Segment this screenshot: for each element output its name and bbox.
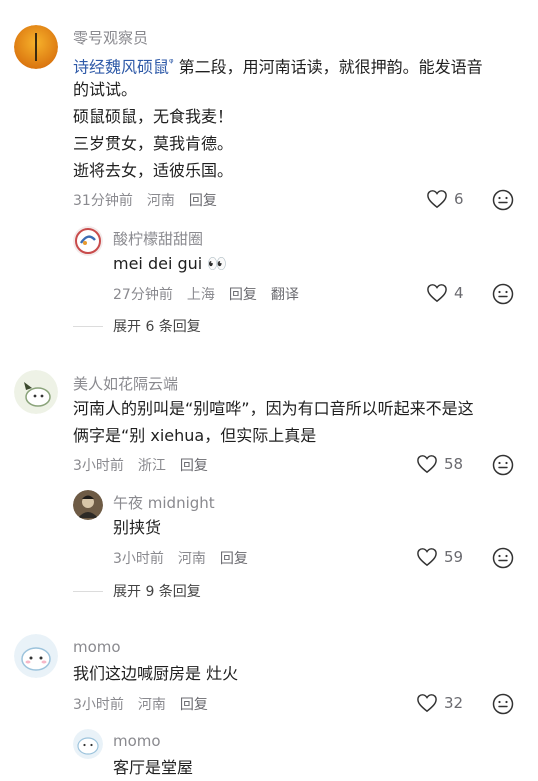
like-button[interactable]: 59 [416, 547, 463, 567]
topic-link[interactable]: 诗经魏风硕鼠 [73, 57, 169, 76]
heart-outline-icon [417, 548, 437, 567]
location: 上海 [186, 287, 215, 303]
timestamp: 27分钟前 [113, 287, 173, 303]
comment-text: 三岁贯女，莫我肯德。 [73, 134, 234, 153]
emoji-face-icon[interactable] [492, 283, 514, 305]
heart-outline-icon [427, 190, 447, 209]
location: 河南 [177, 551, 206, 567]
comment-meta: 3小时前 浙江 回复 [73, 455, 222, 475]
like-count: 4 [454, 284, 464, 302]
like-button[interactable]: 32 [416, 693, 463, 713]
commenter-name[interactable]: 午夜 midnight [113, 492, 215, 513]
comment-text: 逝将去女，适彼乐国。 [73, 161, 234, 180]
reply-button[interactable]: 回复 [229, 287, 257, 303]
commenter-name[interactable]: 零号观察员 [73, 27, 148, 48]
like-count: 32 [444, 694, 464, 712]
location: 浙江 [137, 458, 166, 474]
emoji-face-icon[interactable] [492, 189, 514, 211]
comment-text: 硕鼠硕鼠，无食我麦！ [73, 107, 234, 126]
avatar[interactable] [14, 370, 58, 414]
avatar[interactable] [73, 226, 103, 256]
comment-text: 我们这边喊厨房是 灶火 [73, 664, 239, 683]
heart-outline-icon [417, 455, 437, 474]
reply-button[interactable]: 回复 [220, 551, 248, 567]
avatar[interactable] [14, 634, 58, 678]
heart-outline-icon [417, 694, 437, 713]
comment-text: 的试试。 [73, 80, 138, 99]
comment-meta: 3小时前 河南 回复 [73, 694, 222, 714]
like-count: 59 [444, 548, 464, 566]
divider [73, 325, 103, 327]
comment-meta: 31分钟前 河南 回复 [73, 190, 231, 210]
divider [73, 590, 103, 592]
like-button[interactable]: 58 [416, 454, 463, 474]
heart-outline-icon [427, 284, 447, 303]
avatar[interactable] [73, 490, 103, 520]
timestamp: 3小时前 [113, 551, 164, 567]
reply-button[interactable]: 回复 [189, 193, 217, 209]
comment-meta: 3小时前 河南 回复 [113, 548, 262, 568]
reply-button[interactable]: 回复 [180, 697, 208, 713]
location: 河南 [146, 193, 175, 209]
like-count: 6 [454, 190, 464, 208]
like-button[interactable]: 4 [426, 283, 464, 303]
translate-button[interactable]: 翻译 [271, 287, 299, 303]
comment-text: 俩字是“别 xiehua，但实际上真是 [73, 426, 317, 445]
comment-text: mei dei gui 👀 [113, 254, 228, 273]
comment-meta: 27分钟前 上海 回复 翻译 [113, 284, 313, 304]
emoji-face-icon[interactable] [492, 454, 514, 476]
timestamp: 3小时前 [73, 697, 124, 713]
timestamp: 31分钟前 [73, 193, 133, 209]
avatar[interactable] [14, 25, 58, 69]
comment-text: 客厅是堂屋 [113, 758, 194, 777]
timestamp: 3小时前 [73, 458, 124, 474]
expand-replies-button[interactable]: 展开 9 条回复 [73, 581, 201, 601]
like-button[interactable]: 6 [426, 189, 464, 209]
commenter-name[interactable]: momo [73, 638, 121, 656]
comment-text: 河南人的别叫是“别喧哗”，因为有口音所以听起来不是这 [73, 399, 474, 418]
commenter-name[interactable]: momo [113, 732, 161, 750]
like-count: 58 [444, 455, 464, 473]
emoji-face-icon[interactable] [492, 693, 514, 715]
avatar[interactable] [73, 729, 103, 759]
expand-replies-button[interactable]: 展开 6 条回复 [73, 316, 201, 336]
commenter-name[interactable]: 酸柠檬甜甜圈 [113, 228, 203, 249]
commenter-name[interactable]: 美人如花隔云端 [73, 373, 178, 394]
location: 河南 [137, 697, 166, 713]
reply-button[interactable]: 回复 [180, 458, 208, 474]
emoji-face-icon[interactable] [492, 547, 514, 569]
comment-text: 别挟货 [113, 518, 162, 537]
